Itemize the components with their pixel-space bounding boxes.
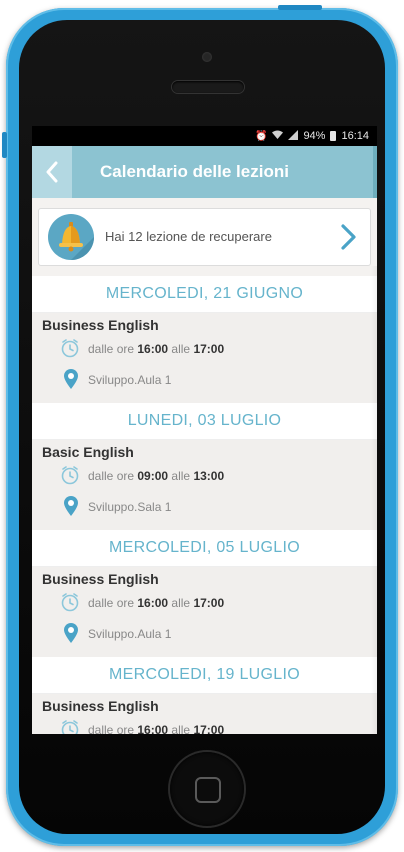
lesson-time: dalle ore 16:00 alle 17:00 [60, 719, 225, 734]
lesson-time-text: dalle ore 16:00 alle 17:00 [88, 342, 225, 356]
front-camera [202, 52, 212, 62]
lesson-location: Sviluppo.Aula 1 [62, 622, 172, 647]
chevron-left-icon [46, 161, 58, 183]
lesson-location-text: Sviluppo.Aula 1 [88, 373, 172, 387]
status-bar: ⏰ 94% 16:14 [32, 126, 377, 146]
lesson-list: MERCOLEDI, 21 GIUGNO Business English dall… [32, 276, 377, 734]
bell-icon [48, 214, 94, 260]
back-button[interactable] [32, 146, 72, 198]
lesson-location: Sviluppo.Aula 1 [62, 368, 172, 393]
date-header: LUNEDI, 03 LUGLIO [32, 403, 377, 440]
lesson-location: Sviluppo.Sala 1 [62, 495, 172, 520]
signal-icon [288, 129, 299, 143]
lesson-time-text: dalle ore 16:00 alle 17:00 [88, 723, 225, 734]
date-header: MERCOLEDI, 21 GIUGNO [32, 276, 377, 313]
lesson-time-text: dalle ore 09:00 alle 13:00 [88, 469, 225, 483]
clock-icon [60, 592, 80, 615]
recover-text: Hai 12 lezione de recuperare [105, 229, 272, 244]
lesson-time: dalle ore 16:00 alle 17:00 [60, 592, 225, 615]
date-header: MERCOLEDI, 05 LUGLIO [32, 530, 377, 567]
clock-icon [60, 338, 80, 361]
lesson-title: Basic English [42, 444, 134, 460]
clock-icon [60, 465, 80, 488]
list-edge [371, 266, 377, 734]
clock-icon [60, 719, 80, 734]
lesson-time-text: dalle ore 16:00 alle 17:00 [88, 596, 225, 610]
lesson-title: Business English [42, 317, 159, 333]
wifi-icon [272, 130, 284, 142]
lesson-item[interactable]: Business English dalle ore 16:00 alle 17:… [32, 313, 377, 403]
home-button[interactable] [170, 752, 244, 826]
lesson-location-text: Sviluppo.Sala 1 [88, 500, 172, 514]
power-button [278, 5, 322, 10]
battery-icon [330, 131, 337, 141]
clock: 16:14 [341, 130, 369, 142]
date-header: MERCOLEDI, 19 LUGLIO [32, 657, 377, 694]
lesson-time: dalle ore 16:00 alle 17:00 [60, 338, 225, 361]
earpiece-speaker [172, 81, 244, 93]
battery-percent: 94% [303, 130, 326, 142]
location-pin-icon [62, 495, 80, 520]
alarm-icon: ⏰ [254, 130, 268, 142]
page-title: Calendario delle lezioni [100, 162, 289, 181]
app-screen: ⏰ 94% 16:14 Calendario delle lezioni Hai… [32, 126, 377, 734]
chevron-right-icon[interactable] [336, 222, 360, 252]
lesson-item[interactable]: Business English dalle ore 16:00 alle 17:… [32, 567, 377, 657]
volume-button [2, 132, 7, 158]
location-pin-icon [62, 368, 80, 393]
home-square-icon [195, 777, 221, 803]
lesson-location-text: Sviluppo.Aula 1 [88, 627, 172, 641]
header-edge [373, 146, 377, 198]
app-header: Calendario delle lezioni [32, 146, 377, 198]
location-pin-icon [62, 622, 80, 647]
recover-lessons-banner[interactable]: Hai 12 lezione de recuperare [38, 208, 371, 266]
lesson-time: dalle ore 09:00 alle 13:00 [60, 465, 225, 488]
lesson-title: Business English [42, 571, 159, 587]
lesson-item[interactable]: Basic English dalle ore 09:00 alle 13:00 S… [32, 440, 377, 530]
lesson-title: Business English [42, 698, 159, 714]
lesson-item[interactable]: Business English dalle ore 16:00 alle 17:… [32, 694, 377, 734]
